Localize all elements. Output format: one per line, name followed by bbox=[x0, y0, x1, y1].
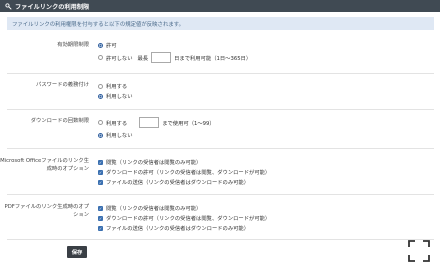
divider bbox=[7, 109, 434, 110]
office-send-option[interactable]: ✓ ファイルの送信（リンクの受信者はダウンロードのみ可能） bbox=[98, 178, 249, 186]
office-download-option[interactable]: ✓ ダウンロードの許可（リンクの受信者は閲覧、ダウンロードが可能） bbox=[98, 168, 270, 176]
office-options-label-line2: 成時のオプション bbox=[46, 165, 89, 172]
expiry-max-prefix: 最長 bbox=[137, 55, 149, 62]
divider bbox=[7, 73, 434, 74]
expiry-deny-radio[interactable] bbox=[98, 55, 103, 60]
divider bbox=[7, 194, 434, 195]
download-count-input[interactable] bbox=[139, 117, 160, 128]
download-limit-nouse-label: 利用しない bbox=[106, 133, 133, 139]
password-use-label: 利用する bbox=[106, 84, 128, 90]
download-limit-label: ダウンロードの回数制限 bbox=[30, 118, 89, 124]
expiry-allow-radio[interactable] bbox=[98, 42, 103, 48]
pdf-send-checkbox[interactable]: ✓ bbox=[98, 225, 103, 231]
pdf-view-checkbox[interactable]: ✓ bbox=[98, 205, 103, 211]
divider bbox=[7, 239, 434, 240]
office-options-label-line1: Microsoft Officeファイルのリンク生 bbox=[0, 158, 89, 164]
save-button[interactable]: 保存 bbox=[67, 246, 87, 258]
password-use-radio[interactable] bbox=[98, 83, 103, 89]
office-download-label: ダウンロードの許可（リンクの受信者は閲覧、ダウンロードが可能） bbox=[106, 170, 271, 176]
download-count-suffix: まで使用可（1〜99） bbox=[162, 120, 215, 127]
download-limit-use-radio[interactable] bbox=[98, 120, 103, 125]
password-nouse-option[interactable]: 利用しない bbox=[98, 92, 133, 100]
expiry-deny-option[interactable]: 許可しない 最長 日まで利用可能（1日〜365日） bbox=[98, 52, 251, 63]
page-header: ファイルリンクの利用制限 bbox=[0, 0, 440, 12]
fullscreen-icon[interactable] bbox=[408, 240, 430, 262]
pdf-download-option[interactable]: ✓ ダウンロードの許可（リンクの受信者は閲覧、ダウンロードが可能） bbox=[98, 214, 270, 222]
expiry-label: 有効期限制限 bbox=[57, 42, 89, 48]
pdf-download-checkbox[interactable]: ✓ bbox=[98, 215, 103, 221]
password-nouse-radio[interactable] bbox=[98, 93, 103, 99]
pdf-view-label: 閲覧（リンクの受信者は閲覧のみ可能） bbox=[106, 206, 202, 212]
pdf-options-label: PDFファイルのリンク生成時のオプション bbox=[4, 204, 89, 218]
link-settings-icon bbox=[5, 2, 12, 10]
office-view-option[interactable]: ✓ 閲覧（リンクの受信者は閲覧のみ可能） bbox=[98, 158, 201, 166]
download-limit-nouse-option[interactable]: 利用しない bbox=[98, 131, 133, 139]
info-notice: ファイルリンクの利用権限を付与すると以下の規定値が反映されます。 bbox=[7, 17, 434, 30]
download-limit-nouse-radio[interactable] bbox=[98, 132, 103, 138]
page-title: ファイルリンクの利用制限 bbox=[15, 3, 90, 11]
expiry-deny-label: 許可しない bbox=[106, 55, 133, 62]
password-label: パスワードの義務付け bbox=[36, 82, 89, 88]
pdf-download-label: ダウンロードの許可（リンクの受信者は閲覧、ダウンロードが可能） bbox=[106, 216, 271, 222]
office-view-checkbox[interactable]: ✓ bbox=[98, 159, 103, 165]
download-limit-use-option[interactable]: 利用する まで使用可（1〜99） bbox=[98, 117, 215, 128]
divider bbox=[7, 148, 434, 149]
expiry-max-suffix: 日まで利用可能（1日〜365日） bbox=[174, 55, 252, 62]
password-use-option[interactable]: 利用する bbox=[98, 82, 127, 90]
pdf-send-label: ファイルの送信（リンクの受信者はダウンロードのみ可能） bbox=[106, 226, 250, 232]
pdf-view-option[interactable]: ✓ 閲覧（リンクの受信者は閲覧のみ可能） bbox=[98, 204, 201, 212]
expiry-allow-option[interactable]: 許可 bbox=[98, 41, 117, 49]
office-options-label: Microsoft Officeファイルのリンク生 成時のオプション bbox=[0, 158, 89, 173]
office-send-checkbox[interactable]: ✓ bbox=[98, 179, 103, 185]
expiry-allow-label: 許可 bbox=[106, 43, 117, 49]
office-send-label: ファイルの送信（リンクの受信者はダウンロードのみ可能） bbox=[106, 180, 250, 186]
password-nouse-label: 利用しない bbox=[106, 94, 133, 100]
expiry-days-input[interactable] bbox=[151, 52, 172, 63]
pdf-send-option[interactable]: ✓ ファイルの送信（リンクの受信者はダウンロードのみ可能） bbox=[98, 224, 249, 232]
office-download-checkbox[interactable]: ✓ bbox=[98, 169, 103, 175]
office-view-label: 閲覧（リンクの受信者は閲覧のみ可能） bbox=[106, 160, 202, 166]
download-limit-use-label: 利用する bbox=[106, 120, 128, 127]
notice-text: ファイルリンクの利用権限を付与すると以下の規定値が反映されます。 bbox=[12, 21, 184, 28]
